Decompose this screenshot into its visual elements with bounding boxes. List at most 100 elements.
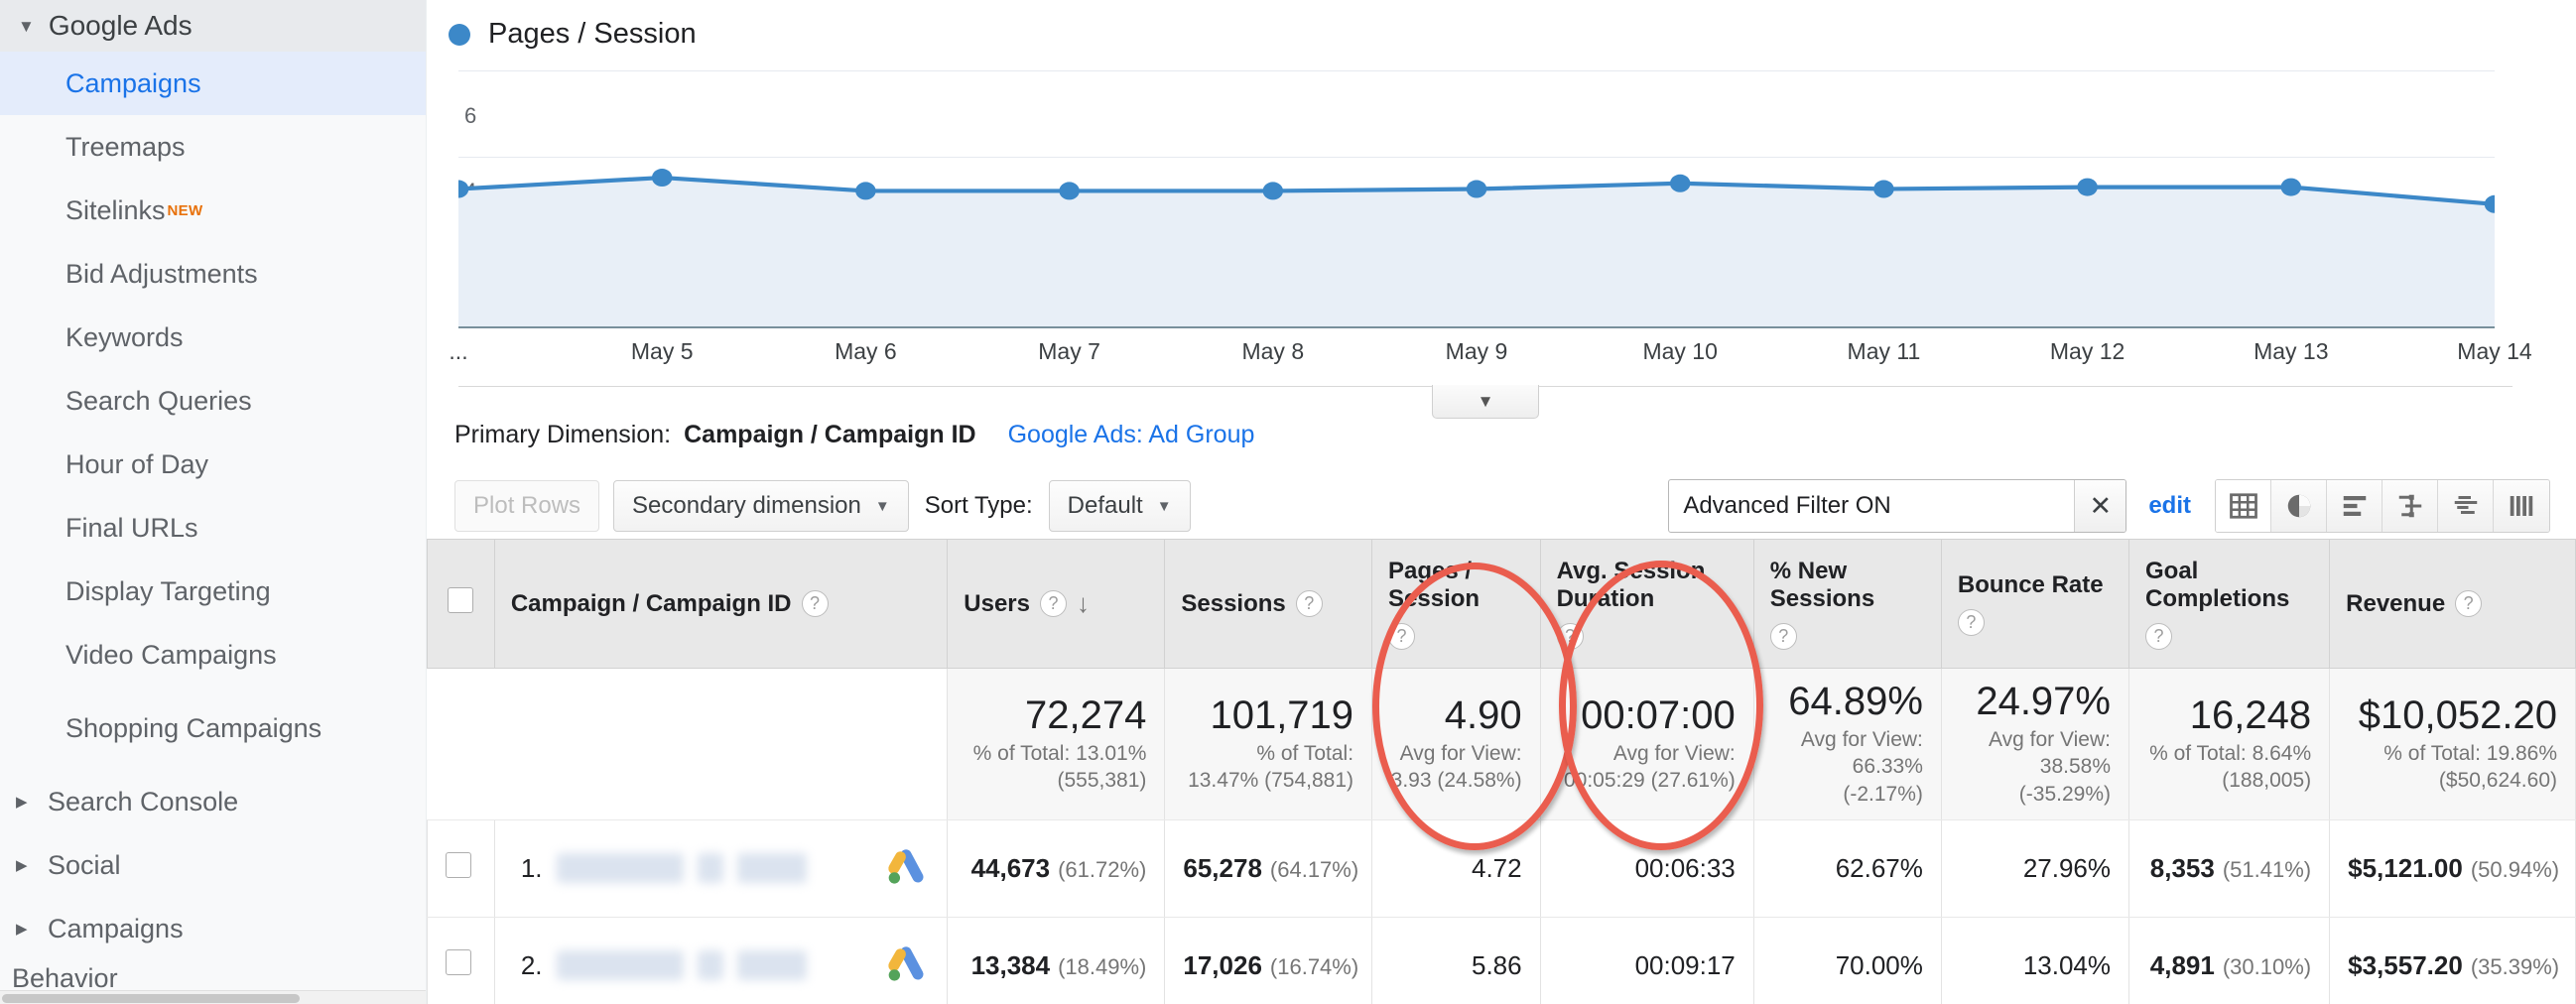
- column-header-pages-session[interactable]: Pages / Session ?: [1372, 540, 1541, 669]
- sidebar-item-final-urls[interactable]: Final URLs: [0, 496, 426, 560]
- chart-data-point[interactable]: [1467, 181, 1487, 198]
- sidebar-item-hour-of-day[interactable]: Hour of Day: [0, 433, 426, 496]
- row-checkbox-cell[interactable]: [428, 819, 495, 917]
- help-icon[interactable]: ?: [1040, 590, 1067, 617]
- legend-label[interactable]: Pages / Session: [488, 18, 697, 51]
- summary-avg-session-duration-value: 00:07:00: [1559, 694, 1736, 736]
- performance-view-icon[interactable]: [2327, 480, 2383, 532]
- chart-data-point[interactable]: [1670, 175, 1691, 192]
- chart-data-point[interactable]: [855, 182, 876, 199]
- term-cloud-glyph: [2451, 491, 2481, 521]
- sidebar-item-sitelinks[interactable]: SitelinksNEW: [0, 179, 426, 242]
- chevron-down-icon: ▼: [18, 18, 35, 35]
- summary-goal-completions-value: 16,248: [2147, 694, 2311, 736]
- help-icon[interactable]: ?: [1958, 609, 1985, 636]
- edit-filter-link[interactable]: edit: [2148, 492, 2191, 520]
- chart-data-point[interactable]: [2077, 179, 2098, 196]
- row-dimension-cell[interactable]: 2.: [494, 917, 947, 1004]
- row-dimension-redacted: 2.: [513, 950, 807, 981]
- sidebar-item-search-console[interactable]: ▶ Search Console: [0, 770, 426, 833]
- table-row[interactable]: 2.: [428, 917, 2576, 1004]
- row-dimension-cell[interactable]: 1.: [494, 819, 947, 917]
- sidebar-item-label: Campaigns: [48, 914, 184, 944]
- help-icon[interactable]: ?: [1388, 623, 1415, 650]
- sidebar-horizontal-scrollbar[interactable]: [0, 990, 427, 1004]
- row-avg-session-duration-value: 00:09:17: [1635, 950, 1736, 980]
- column-label: % New Sessions: [1770, 558, 1925, 613]
- sidebar-item-video-campaigns[interactable]: Video Campaigns: [0, 623, 426, 687]
- sort-type-dropdown[interactable]: Default ▼: [1049, 480, 1191, 532]
- primary-dimension-current[interactable]: Campaign / Campaign ID: [684, 421, 975, 449]
- sidebar-item-search-queries[interactable]: Search Queries: [0, 369, 426, 433]
- secondary-dimension-dropdown[interactable]: Secondary dimension ▼: [613, 480, 909, 532]
- column-header-revenue[interactable]: Revenue ?: [2330, 540, 2576, 669]
- plot-rows-button[interactable]: Plot Rows: [454, 480, 599, 532]
- table-row[interactable]: 1.: [428, 819, 2576, 917]
- sidebar-item-treemaps[interactable]: Treemaps: [0, 115, 426, 179]
- sidebar-item-campaigns-group[interactable]: ▶ Campaigns: [0, 897, 426, 960]
- chart-data-point[interactable]: [1263, 182, 1284, 199]
- column-header-sessions[interactable]: Sessions ?: [1165, 540, 1372, 669]
- column-header-goal-completions[interactable]: Goal Completions ?: [2129, 540, 2330, 669]
- sidebar-item-label: Campaigns: [65, 68, 201, 99]
- row-checkbox[interactable]: [446, 949, 471, 975]
- summary-sessions-cell: 101,719 % of Total: 13.47% (754,881): [1165, 669, 1372, 820]
- row-users-cell: 44,673(61.72%): [948, 819, 1165, 917]
- line-chart-datapoints[interactable]: [458, 61, 2495, 328]
- select-all-header[interactable]: [428, 540, 495, 669]
- summary-revenue-value: $10,052.20: [2348, 694, 2557, 736]
- sidebar-item-bid-adjustments[interactable]: Bid Adjustments: [0, 242, 426, 306]
- sidebar-item-display-targeting[interactable]: Display Targeting: [0, 560, 426, 623]
- row-checkbox-cell[interactable]: [428, 917, 495, 1004]
- scrollbar-thumb[interactable]: [2, 994, 300, 1003]
- sidebar-item-social[interactable]: ▶ Social: [0, 833, 426, 897]
- chart-data-point[interactable]: [1873, 181, 1894, 198]
- chart-data-point[interactable]: [458, 181, 468, 198]
- chart-data-point[interactable]: [652, 169, 673, 187]
- select-all-checkbox[interactable]: [448, 587, 473, 613]
- chart-panel: Pages / Session 6 4 2 ...May 5May 6May 7…: [427, 0, 2576, 387]
- summary-sessions-sub: % of Total: 13.47% (754,881): [1183, 740, 1353, 795]
- summary-blank-cell: [428, 669, 495, 820]
- sidebar-item-label: Search Queries: [65, 386, 252, 417]
- help-icon[interactable]: ?: [1557, 623, 1584, 650]
- sort-descending-icon[interactable]: ↓: [1077, 588, 1090, 619]
- x-axis-tick-label: May 12: [2050, 338, 2125, 365]
- row-users-pct: (61.72%): [1058, 857, 1146, 882]
- chart-collapse-handle[interactable]: ▼: [1432, 385, 1539, 419]
- sidebar-group-google-ads[interactable]: ▼ Google Ads: [0, 0, 426, 52]
- advanced-filter-value[interactable]: Advanced Filter ON: [1669, 492, 2074, 520]
- summary-dimension-cell: [494, 669, 947, 820]
- column-header-users[interactable]: Users ? ↓: [948, 540, 1165, 669]
- help-icon[interactable]: ?: [1296, 590, 1323, 617]
- chart-legend: Pages / Session: [437, 0, 2536, 61]
- sidebar-item-campaigns[interactable]: Campaigns: [0, 52, 426, 115]
- column-header-bounce-rate[interactable]: Bounce Rate ?: [1941, 540, 2128, 669]
- help-icon[interactable]: ?: [2455, 590, 2482, 617]
- row-checkbox[interactable]: [446, 852, 471, 878]
- close-icon[interactable]: ✕: [2074, 480, 2125, 532]
- column-header-dimension[interactable]: Campaign / Campaign ID ?: [494, 540, 947, 669]
- secondary-dimension-label: Secondary dimension: [632, 492, 861, 520]
- comparison-glyph: [2395, 491, 2425, 521]
- term-cloud-view-icon[interactable]: [2438, 480, 2494, 532]
- pivot-view-icon[interactable]: [2494, 480, 2549, 532]
- help-icon[interactable]: ?: [2145, 623, 2172, 650]
- column-header-avg-session-duration[interactable]: Avg. Session Duration ?: [1540, 540, 1753, 669]
- chart-data-point[interactable]: [2485, 195, 2495, 213]
- summary-revenue-cell: $10,052.20 % of Total: 19.86% ($50,624.6…: [2330, 669, 2576, 820]
- advanced-filter-field[interactable]: Advanced Filter ON ✕: [1668, 479, 2126, 533]
- help-icon[interactable]: ?: [1770, 623, 1797, 650]
- help-icon[interactable]: ?: [802, 590, 829, 617]
- column-header-pct-new-sessions[interactable]: % New Sessions ?: [1753, 540, 1941, 669]
- chart-data-point[interactable]: [2281, 179, 2302, 196]
- table-view-icon[interactable]: [2216, 480, 2271, 532]
- chart-data-point[interactable]: [1059, 182, 1080, 199]
- primary-dimension-ad-group-link[interactable]: Google Ads: Ad Group: [1008, 421, 1255, 449]
- pie-chart-view-icon[interactable]: [2271, 480, 2327, 532]
- x-axis-tick-label: May 10: [1642, 338, 1717, 365]
- row-sessions-pct: (16.74%): [1270, 954, 1358, 979]
- sidebar-item-shopping-campaigns[interactable]: Shopping Campaigns: [0, 687, 426, 770]
- comparison-view-icon[interactable]: [2383, 480, 2438, 532]
- sidebar-item-keywords[interactable]: Keywords: [0, 306, 426, 369]
